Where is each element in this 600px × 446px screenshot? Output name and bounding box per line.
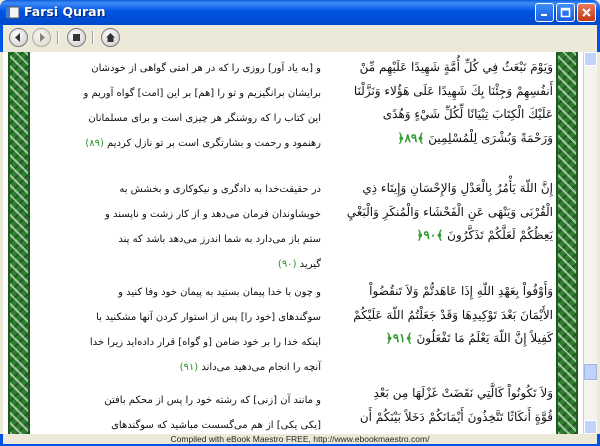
scroll-thumb[interactable]	[584, 364, 597, 380]
home-button[interactable]	[101, 28, 120, 47]
book-content: و [به یاد آور] روزی را که در هر امتی گوا…	[3, 52, 597, 434]
persian-verse-92: و مانند آن [زنی] که رشته خود را پس از مح…	[31, 388, 321, 434]
arabic-verse-92: وَلاَ تَكُونُواْ كَالَّتِي نَقَضَتْ غَزْ…	[326, 382, 553, 429]
stop-icon	[73, 34, 80, 41]
home-icon	[106, 33, 115, 42]
arrow-right-icon	[40, 33, 45, 42]
text-line: وَيَوْمَ نَبْعَثُ فِي كُلِّ أُمَّةٍ شَهِ…	[359, 60, 553, 74]
book-icon	[5, 6, 20, 19]
arrow-left-icon	[15, 33, 20, 42]
text-line: الْقُرْبَى وَيَنْهَى عَنِ الْفَحْشَاء وَ…	[346, 204, 553, 219]
text-line: خویشاوندان فرمان می‌دهد و از کار زشت و ن…	[105, 209, 321, 220]
scroll-up-button[interactable]	[584, 52, 597, 66]
arabic-verse-91: وَأَوْفُواْ بِعَهْدِ اللّهِ إِذَا عَاهَد…	[326, 280, 553, 351]
text-line: كَفِيلاً إِنَّ اللّهَ يَعْلَمُ مَا تَفْع…	[416, 331, 553, 345]
toolbar	[0, 25, 600, 52]
toolbar-separator	[92, 31, 94, 44]
right-ornament-border	[556, 52, 578, 434]
left-ornament-border	[8, 52, 30, 434]
stop-button[interactable]	[67, 28, 86, 47]
text-line: عَلَيْكَ الْكِتَابَ تِبْيَانًا لِّكُلِّ …	[382, 107, 553, 121]
title-bar: Farsi Quran	[0, 0, 600, 25]
scroll-down-button[interactable]	[584, 420, 597, 434]
text-line: و چون با خدا پیمان بستید به پیمان خود وف…	[118, 287, 321, 298]
text-line: گیرید	[299, 259, 321, 270]
persian-verse-91: و چون با خدا پیمان بستید به پیمان خود وف…	[31, 280, 321, 380]
arabic-verse-90: إِنَّ اللّهَ يَأْمُرُ بِالْعَدْلِ وَالإِ…	[326, 177, 553, 248]
window-title: Farsi Quran	[24, 4, 106, 19]
vertical-scrollbar[interactable]	[583, 52, 597, 434]
minimize-button[interactable]	[535, 3, 554, 22]
minimize-icon	[541, 14, 547, 16]
text-line: در حقیقت‌خدا به دادگری و نیکوکاری و بخشش…	[119, 184, 321, 195]
persian-verse-90: در حقیقت‌خدا به دادگری و نیکوکاری و بخشش…	[31, 177, 321, 277]
verse-number: (۹۱)	[179, 362, 199, 373]
ayah-number: ﴿٨٩﴾	[397, 130, 425, 145]
arabic-verse-89: وَيَوْمَ نَبْعَثُ فِي كُلِّ أُمَّةٍ شَهِ…	[326, 56, 553, 150]
ayah-number: ﴿٩١﴾	[385, 331, 413, 345]
text-line: و مانند آن [زنی] که رشته خود را پس از مح…	[104, 395, 321, 406]
text-line: إِنَّ اللّهَ يَأْمُرُ بِالْعَدْلِ وَالإِ…	[362, 181, 553, 195]
ayah-number: ﴿٩٠﴾	[416, 228, 444, 242]
text-line: أَنفُسِهِمْ وَجِئْنَا بِكَ شَهِيدًا عَلَ…	[353, 83, 553, 98]
text-line: رهنمود و رحمت و بشارتگری است بر تو نازل …	[107, 138, 321, 149]
arabic-text: وَيَوْمَ نَبْعَثُ فِي كُلِّ أُمَّةٍ شَهِ…	[326, 52, 553, 434]
text-line: اینکه خدا را بر خود ضامن [و گواه] قرار د…	[89, 337, 321, 348]
close-icon	[582, 8, 591, 17]
persian-translation: و [به یاد آور] روزی را که در هر امتی گوا…	[31, 52, 325, 434]
text-line: سوگندهای [خود را] پس از استوار کردن آنها…	[96, 312, 321, 323]
maximize-button[interactable]	[556, 3, 575, 22]
status-text: Compiled with eBook Maestro FREE, http:/…	[170, 434, 430, 444]
maximize-icon	[560, 7, 571, 18]
toolbar-separator	[57, 31, 59, 44]
text-line: يَعِظُكُمْ لَعَلَّكُمْ تَذَكَّرُونَ	[447, 228, 553, 242]
text-line: قُوَّةٍ أَنكَاثًا تَتَّخِذُونَ أَيْمَانَ…	[359, 409, 553, 424]
text-line: آنچه را انجام می‌دهید می‌داند	[201, 362, 321, 373]
text-line: وَرَحْمَةً وَبُشْرَى لِلْمُسْلِمِينَ	[428, 130, 553, 145]
text-line: [یکی یکی] از هم می‌گسست مباشید که سوگنده…	[111, 420, 321, 431]
text-line: برایشان برانگیزیم و تو را [هم] بر این [ا…	[83, 88, 322, 99]
persian-verse-89: و [به یاد آور] روزی را که در هر امتی گوا…	[31, 56, 322, 156]
verse-number: (۹۰)	[277, 259, 297, 270]
close-button[interactable]	[577, 3, 596, 22]
forward-button[interactable]	[32, 28, 51, 47]
back-button[interactable]	[9, 28, 28, 47]
text-line: وَأَوْفُواْ بِعَهْدِ اللّهِ إِذَا عَاهَد…	[369, 284, 553, 298]
text-line: الأَيْمَانَ بَعْدَ تَوْكِيدِهَا وَقَدْ ج…	[353, 307, 553, 322]
text-line: وَلاَ تَكُونُواْ كَالَّتِي نَقَضَتْ غَزْ…	[373, 386, 553, 400]
text-line: ستم باز می‌دارد به شما اندرز می‌دهد باشد…	[118, 234, 321, 245]
status-bar: Compiled with eBook Maestro FREE, http:/…	[0, 434, 600, 446]
text-line: این کتاب را که روشنگر هر چیزی است و برای…	[88, 113, 321, 124]
text-line: و [به یاد آور] روزی را که در هر امتی گوا…	[91, 63, 321, 74]
verse-number: (۸۹)	[85, 138, 104, 149]
